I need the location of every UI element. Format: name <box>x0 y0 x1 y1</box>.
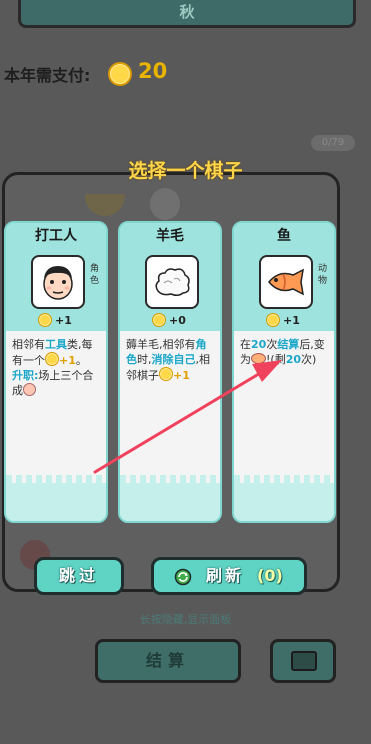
refresh-count: (0) <box>257 566 283 585</box>
refresh-label: 刷新 <box>206 566 245 585</box>
refresh-button[interactable]: 刷新 (0) <box>151 557 307 595</box>
annotation-arrow-icon <box>93 360 282 474</box>
bag-button[interactable] <box>270 639 336 683</box>
settle-button[interactable]: 结算 <box>95 639 241 683</box>
skip-button[interactable]: 跳过 <box>34 557 124 595</box>
hint-text: 长按隐藏,显示面板 <box>139 613 232 626</box>
refresh-icon <box>174 568 192 586</box>
bag-icon <box>291 651 317 671</box>
